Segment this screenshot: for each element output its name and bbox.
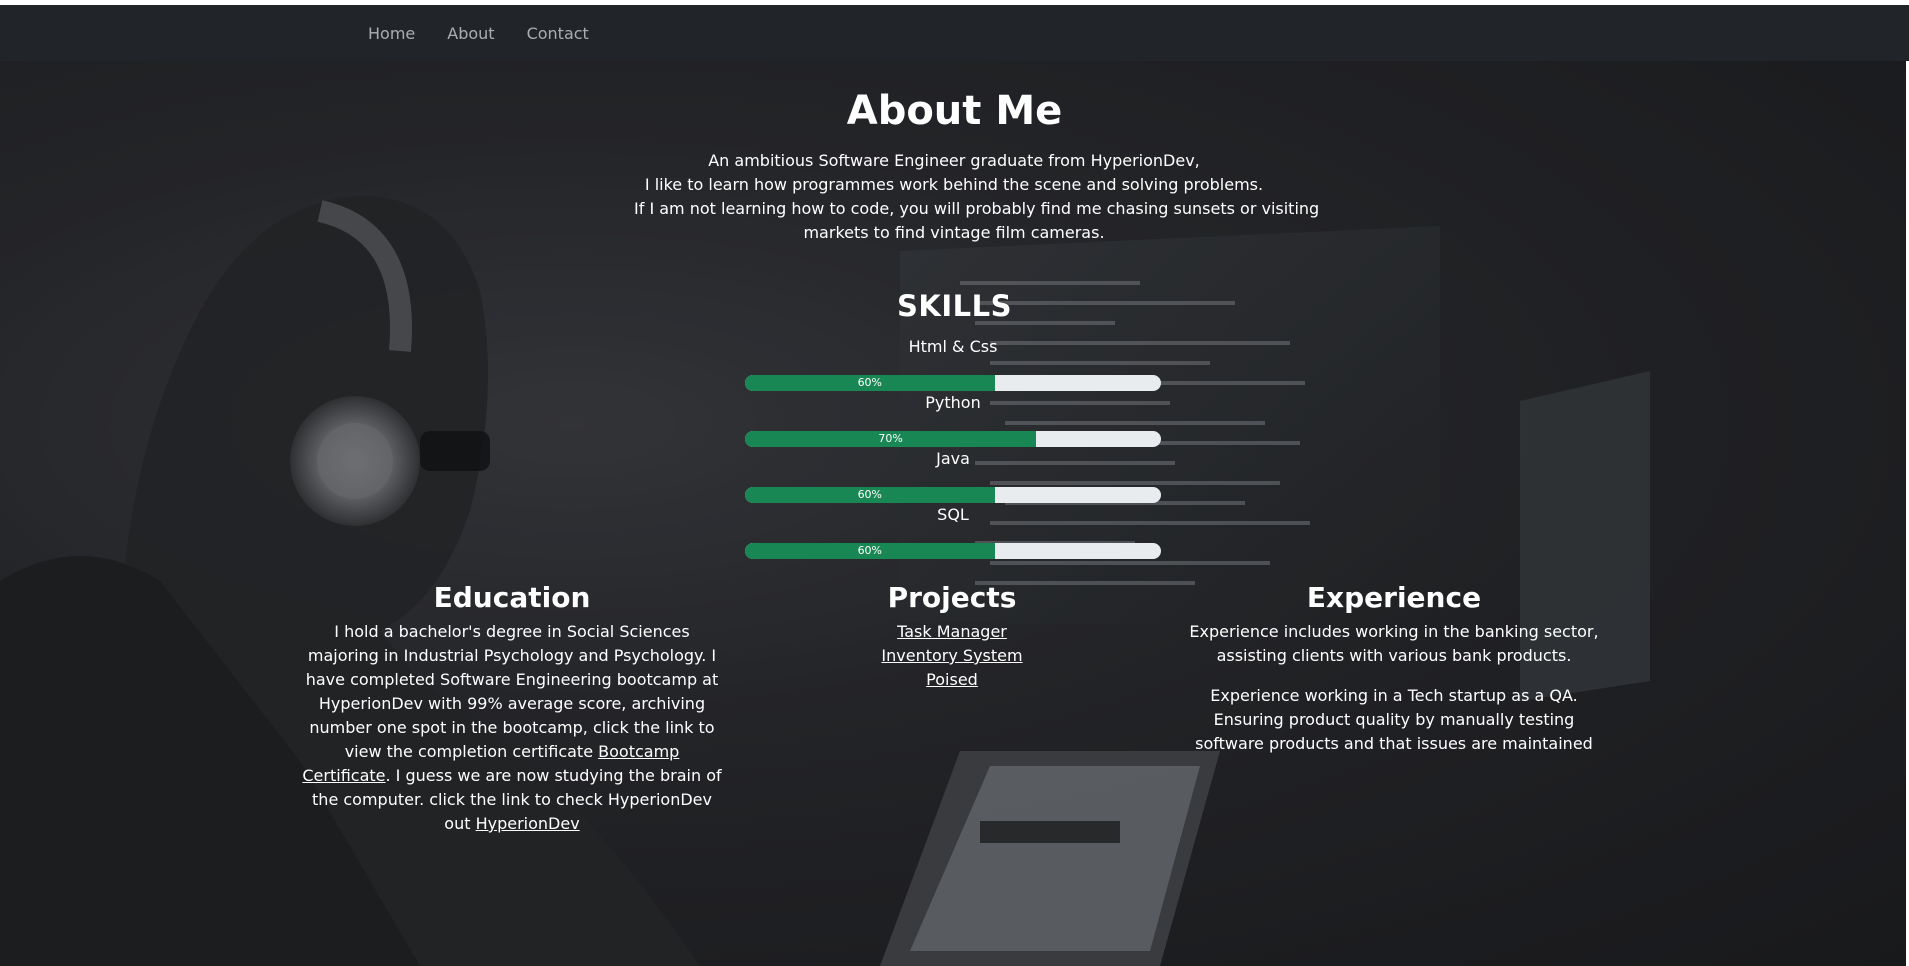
skill-label-html-css: Html & Css bbox=[908, 337, 998, 356]
progress-fill: 60% bbox=[745, 487, 995, 503]
progress-fill: 60% bbox=[745, 543, 995, 559]
experience-section: Experience Experience includes working i… bbox=[1182, 582, 1606, 756]
intro-text: An ambitious Software Engineer graduate … bbox=[634, 149, 1320, 245]
intro-line: If I am not learning how to code, you wi… bbox=[634, 199, 1320, 218]
page-title: About Me bbox=[846, 88, 1063, 134]
skills-title: SKILLS bbox=[897, 289, 1012, 323]
intro-line: An ambitious Software Engineer graduate … bbox=[708, 151, 1200, 170]
experience-title: Experience bbox=[1306, 581, 1482, 614]
skill-progress-bar-java: 60% bbox=[745, 487, 1161, 503]
skill-progress-bar-html-css: 60% bbox=[745, 375, 1161, 391]
skill-label-python: Python bbox=[925, 393, 981, 412]
project-link-task-manager[interactable]: Task Manager bbox=[897, 622, 1007, 641]
projects-section: Projects Task Manager Inventory System P… bbox=[852, 582, 1052, 692]
nav-list: Home About Contact bbox=[352, 5, 605, 61]
nav-about-link[interactable]: About bbox=[431, 24, 510, 43]
education-title: Education bbox=[433, 581, 591, 614]
education-text: I hold a bachelor's degree in Social Sci… bbox=[302, 620, 722, 836]
education-text-part: I hold a bachelor's degree in Social Sci… bbox=[305, 622, 719, 761]
projects-title: Projects bbox=[887, 581, 1017, 614]
intro-line: markets to find vintage film cameras. bbox=[803, 223, 1105, 242]
progress-fill: 70% bbox=[745, 431, 1037, 447]
project-link-inventory-system[interactable]: Inventory System bbox=[881, 646, 1022, 665]
skill-progress-bar-python: 70% bbox=[745, 431, 1161, 447]
skill-progress-bar-sql: 60% bbox=[745, 543, 1161, 559]
skill-label-sql: SQL bbox=[937, 505, 969, 524]
nav-home-link[interactable]: Home bbox=[352, 24, 431, 43]
intro-line: I like to learn how programmes work behi… bbox=[644, 175, 1264, 194]
skill-label-java: Java bbox=[936, 449, 970, 468]
experience-paragraph: Experience includes working in the banki… bbox=[1189, 622, 1599, 665]
hyperiondev-link[interactable]: HyperionDev bbox=[476, 814, 580, 833]
navbar: Home About Contact bbox=[0, 5, 1909, 61]
education-section: Education I hold a bachelor's degree in … bbox=[302, 582, 722, 836]
page: Home About Contact About Me An ambitious… bbox=[0, 0, 1909, 966]
nav-contact-link[interactable]: Contact bbox=[511, 24, 605, 43]
experience-paragraph: Experience working in a Tech startup as … bbox=[1195, 686, 1593, 753]
project-link-poised[interactable]: Poised bbox=[926, 670, 978, 689]
progress-fill: 60% bbox=[745, 375, 995, 391]
about-content: About Me An ambitious Software Engineer … bbox=[0, 61, 1909, 966]
